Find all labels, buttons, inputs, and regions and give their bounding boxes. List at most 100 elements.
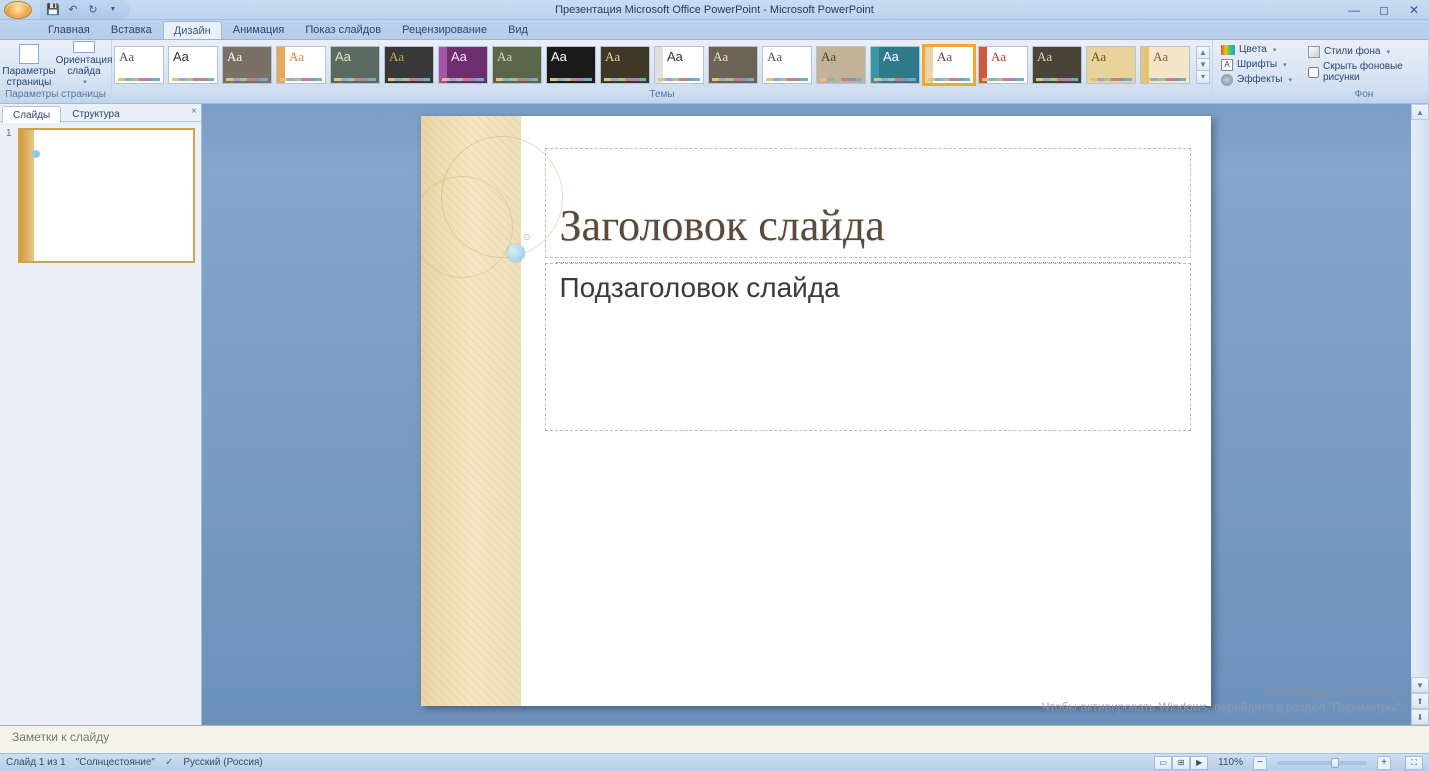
sorter-view-icon[interactable]: ⊞ xyxy=(1172,756,1190,770)
theme-item-1[interactable]: Aa xyxy=(168,46,218,84)
status-theme: "Солнцестояние" xyxy=(76,757,155,768)
tab-design[interactable]: Дизайн xyxy=(163,21,222,39)
prev-slide-icon[interactable]: ⬆ xyxy=(1411,693,1429,709)
group-page-setup: Параметры страницы Ориентация слайда ▾ П… xyxy=(0,40,112,103)
status-language[interactable]: Русский (Россия) xyxy=(183,757,262,768)
quick-access-toolbar: 💾 ↶ ↻ ▼ xyxy=(40,0,130,19)
next-slide-icon[interactable]: ⬇ xyxy=(1411,709,1429,725)
undo-icon[interactable]: ↶ xyxy=(66,3,80,17)
theme-item-6[interactable]: Aa xyxy=(438,46,488,84)
slide-canvas[interactable]: Заголовок слайда Подзаголовок слайда xyxy=(421,116,1211,706)
normal-view-icon[interactable]: ▭ xyxy=(1154,756,1172,770)
theme-item-19[interactable]: Aa xyxy=(1140,46,1190,84)
fonts-label: Шрифты xyxy=(1237,59,1277,70)
vertical-scrollbar[interactable]: ▲ ▼ ⬆ ⬇ xyxy=(1411,104,1429,725)
slides-panel: Слайды Структура × 1 xyxy=(0,104,202,725)
theme-item-15[interactable]: Aa xyxy=(924,46,974,84)
tab-home[interactable]: Главная xyxy=(38,21,100,39)
hide-bg-checkbox[interactable] xyxy=(1308,67,1319,78)
slide-title-text[interactable]: Заголовок слайда xyxy=(560,200,885,251)
orientation-button[interactable]: Ориентация слайда ▾ xyxy=(56,41,112,89)
fonts-button[interactable]: A Шрифты▾ xyxy=(1217,57,1296,72)
zoom-slider-thumb[interactable] xyxy=(1331,758,1339,768)
theme-item-9[interactable]: Aa xyxy=(600,46,650,84)
thumbnail-item[interactable]: 1 xyxy=(6,128,195,263)
theme-item-16[interactable]: Aa xyxy=(978,46,1028,84)
spellcheck-icon[interactable]: ✓ xyxy=(165,757,173,768)
maximize-button[interactable]: ◻ xyxy=(1369,0,1399,19)
scroll-up-icon[interactable]: ▲ xyxy=(1411,104,1429,120)
theme-item-14[interactable]: Aa xyxy=(870,46,920,84)
scroll-track[interactable] xyxy=(1411,120,1429,677)
hide-bg-label: Скрыть фоновые рисунки xyxy=(1323,61,1420,83)
page-setup-icon xyxy=(19,44,39,64)
theme-item-0[interactable]: Aa xyxy=(114,46,164,84)
group-label-themes: Темы xyxy=(112,89,1212,103)
theme-item-8[interactable]: Aa xyxy=(546,46,596,84)
theme-item-18[interactable]: Aa xyxy=(1086,46,1136,84)
colors-button[interactable]: Цвета▾ xyxy=(1217,42,1296,57)
theme-item-11[interactable]: Aa xyxy=(708,46,758,84)
theme-item-7[interactable]: Aa xyxy=(492,46,542,84)
thumbnail-preview[interactable] xyxy=(18,128,195,263)
group-theme-options: Цвета▾ A Шрифты▾ Эффекты▾ xyxy=(1213,40,1300,103)
ribbon: Параметры страницы Ориентация слайда ▾ П… xyxy=(0,40,1429,104)
scroll-down-icon[interactable]: ▼ xyxy=(1411,677,1429,693)
tab-view[interactable]: Вид xyxy=(498,21,538,39)
notes-pane[interactable]: Заметки к слайду xyxy=(0,725,1429,753)
panel-tabs: Слайды Структура × xyxy=(0,104,201,122)
tab-animation[interactable]: Анимация xyxy=(223,21,295,39)
slide-circle-icon xyxy=(507,244,525,262)
effects-label: Эффекты xyxy=(1237,74,1282,85)
subtitle-placeholder[interactable]: Подзаголовок слайда xyxy=(545,263,1191,431)
title-placeholder[interactable]: Заголовок слайда xyxy=(545,148,1191,258)
windows-activation-watermark: Активация Windows Чтобы активировать Win… xyxy=(1041,685,1404,715)
theme-item-17[interactable]: Aa xyxy=(1032,46,1082,84)
thumbnail-number: 1 xyxy=(6,128,14,263)
zoom-level[interactable]: 110% xyxy=(1218,757,1243,768)
tab-review[interactable]: Рецензирование xyxy=(392,21,497,39)
zoom-slider[interactable] xyxy=(1277,761,1367,765)
themes-gallery: AaAaAaAaAaAaAaAaAaAaAaAaAaAaAaAaAaAaAaAa… xyxy=(112,40,1212,89)
theme-item-3[interactable]: Aa xyxy=(276,46,326,84)
panel-tab-outline[interactable]: Структура xyxy=(61,105,130,122)
watermark-line1: Активация Windows xyxy=(1041,685,1404,700)
zoom-in-button[interactable]: + xyxy=(1377,756,1391,770)
tab-slideshow[interactable]: Показ слайдов xyxy=(295,21,391,39)
chevron-down-icon: ▾ xyxy=(1283,61,1287,69)
colors-icon xyxy=(1221,45,1235,55)
page-setup-button[interactable]: Параметры страницы xyxy=(4,41,54,89)
theme-item-12[interactable]: Aa xyxy=(762,46,812,84)
gallery-more-icon[interactable]: ▾ xyxy=(1197,71,1209,82)
slideshow-view-icon[interactable]: ▶ xyxy=(1190,756,1208,770)
group-label-background: Фон xyxy=(1300,89,1428,103)
theme-item-10[interactable]: Aa xyxy=(654,46,704,84)
panel-close-icon[interactable]: × xyxy=(191,106,197,117)
effects-button[interactable]: Эффекты▾ xyxy=(1217,72,1296,87)
theme-item-5[interactable]: Aa xyxy=(384,46,434,84)
zoom-out-button[interactable]: − xyxy=(1253,756,1267,770)
theme-gallery-scroll: ▲▼▾ xyxy=(1196,46,1210,84)
tab-insert[interactable]: Вставка xyxy=(101,21,162,39)
main-area: Слайды Структура × 1 Заголовок слайда По… xyxy=(0,104,1429,725)
bg-styles-icon xyxy=(1308,46,1320,58)
gallery-down-icon[interactable]: ▼ xyxy=(1197,59,1209,71)
theme-item-4[interactable]: Aa xyxy=(330,46,380,84)
qat-dropdown-icon[interactable]: ▼ xyxy=(106,3,120,17)
office-button[interactable] xyxy=(4,1,32,19)
bg-styles-button[interactable]: Стили фона▾ xyxy=(1304,44,1394,59)
theme-item-2[interactable]: Aa xyxy=(222,46,272,84)
theme-item-13[interactable]: Aa xyxy=(816,46,866,84)
hide-bg-checkbox-row[interactable]: Скрыть фоновые рисунки xyxy=(1304,61,1424,83)
gallery-up-icon[interactable]: ▲ xyxy=(1197,47,1209,59)
redo-icon[interactable]: ↻ xyxy=(86,3,100,17)
watermark-line2: Чтобы активировать Windows, перейдите в … xyxy=(1041,700,1404,715)
close-button[interactable]: ✕ xyxy=(1399,0,1429,19)
save-icon[interactable]: 💾 xyxy=(46,3,60,17)
slide-subtitle-text[interactable]: Подзаголовок слайда xyxy=(560,272,840,303)
minimize-button[interactable]: — xyxy=(1339,0,1369,19)
fit-window-icon[interactable]: ⛶ xyxy=(1405,756,1423,770)
panel-tab-slides[interactable]: Слайды xyxy=(2,106,61,123)
thumb-circle-icon xyxy=(32,150,40,158)
orientation-icon xyxy=(73,41,95,53)
